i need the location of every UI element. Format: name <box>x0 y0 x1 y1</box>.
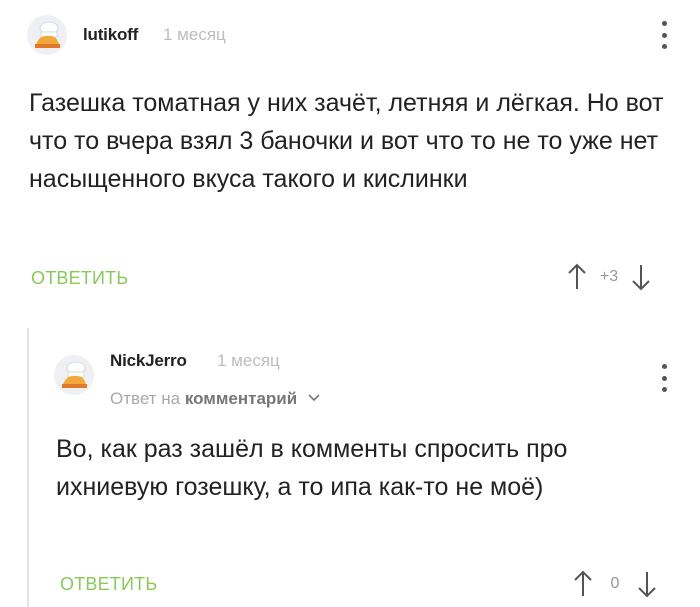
avatar-icon[interactable] <box>27 15 67 55</box>
more-icon[interactable] <box>661 21 667 49</box>
comment-score: +3 <box>599 268 619 285</box>
upvote-icon[interactable] <box>572 569 594 599</box>
avatar-icon[interactable] <box>54 355 94 395</box>
upvote-icon[interactable] <box>566 262 588 292</box>
downvote-icon[interactable] <box>630 262 652 292</box>
comment-score: 0 <box>610 575 620 592</box>
vote-controls: 0 <box>572 569 658 599</box>
comment-author[interactable]: NickJerro <box>110 351 187 371</box>
reply-button[interactable]: ОТВЕТИТЬ <box>31 268 128 289</box>
comment-text: Во, как раз зашёл в комменты спросить пр… <box>56 435 568 501</box>
reply-button[interactable]: ОТВЕТИТЬ <box>60 574 157 595</box>
comment-reply: NickJerro 1 месяц Ответ на комментарий В… <box>0 328 700 607</box>
comment: lutikoff 1 месяц Газешка томатная у них … <box>0 0 700 320</box>
comment-time: 1 месяц <box>163 25 226 44</box>
comment-text: Газешка томатная у них зачёт, летняя и л… <box>29 89 664 193</box>
reply-to-prefix: Ответ на <box>110 389 181 408</box>
chevron-down-icon[interactable] <box>308 387 320 407</box>
reply-to-link[interactable]: комментарий <box>185 389 297 408</box>
reply-to: Ответ на комментарий <box>110 387 320 409</box>
more-icon[interactable] <box>661 364 667 392</box>
comment-author[interactable]: lutikoff <box>83 25 138 45</box>
vote-controls: +3 <box>566 262 652 292</box>
comment-time: 1 месяц <box>217 351 280 370</box>
downvote-icon[interactable] <box>636 569 658 599</box>
